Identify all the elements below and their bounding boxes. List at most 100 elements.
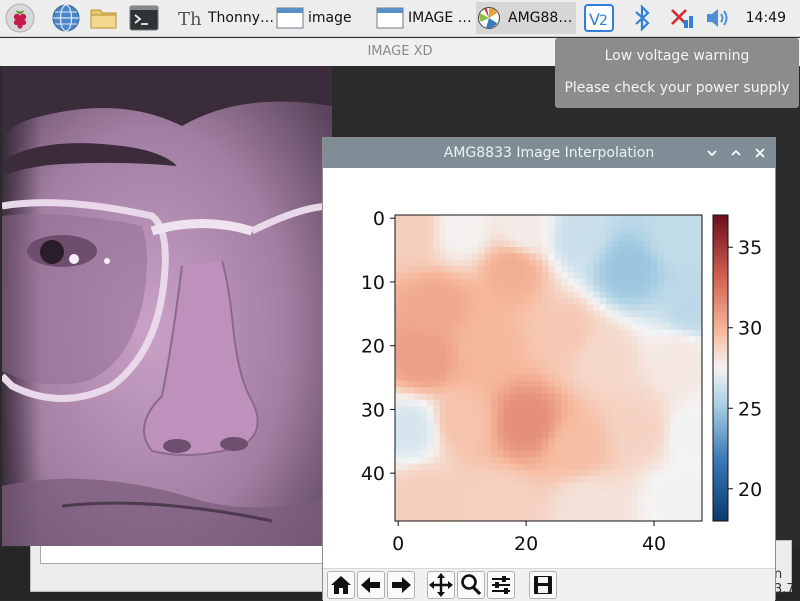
heatmap-cell <box>395 444 402 452</box>
heatmap-cell <box>548 495 556 503</box>
heatmap-cell <box>458 425 466 433</box>
heatmap-cell <box>510 227 517 235</box>
file-manager-icon[interactable] <box>88 2 120 34</box>
heatmap-cell <box>650 272 658 280</box>
bluetooth-icon[interactable] <box>630 2 654 34</box>
heatmap-cell <box>580 438 588 445</box>
heatmap-cell <box>567 336 575 343</box>
network-disconnected-icon[interactable] <box>666 2 696 34</box>
heatmap-cell <box>574 425 581 433</box>
heatmap-cell <box>606 291 613 299</box>
heatmap-cell <box>650 374 658 382</box>
heatmap-cell <box>631 431 639 439</box>
heatmap-cell <box>574 412 581 420</box>
heatmap-cell <box>503 253 511 261</box>
heatmap-cell <box>638 368 645 375</box>
heatmap-cell <box>420 450 428 458</box>
heatmap-cell <box>446 463 453 471</box>
heatmap-cell <box>644 501 652 509</box>
heatmap-cell <box>484 215 492 222</box>
heatmap-cell <box>663 240 671 248</box>
save-icon[interactable] <box>529 571 557 599</box>
home-icon[interactable] <box>327 571 355 599</box>
heatmap-cell <box>407 336 415 343</box>
web-browser-icon[interactable] <box>50 2 82 34</box>
raspberry-menu-icon[interactable] <box>4 2 36 34</box>
heatmap-cell <box>574 291 581 299</box>
heatmap-cell <box>574 285 581 292</box>
heatmap-cell <box>522 329 530 337</box>
heatmap-cell <box>676 387 684 394</box>
heatmap-cell <box>650 406 658 414</box>
close-icon[interactable] <box>752 145 768 161</box>
heatmap-cell <box>510 431 517 439</box>
heatmap-cell <box>574 304 581 312</box>
heatmap-cell <box>606 412 613 420</box>
heatmap-cell <box>503 368 511 375</box>
heatmap-cell <box>567 227 575 235</box>
heatmap-cell <box>395 489 402 496</box>
heatmap-cell <box>452 227 460 235</box>
low-voltage-notification[interactable]: Low voltage warning Please check your po… <box>555 38 799 108</box>
task-image[interactable]: image <box>276 2 372 34</box>
forward-arrow-icon[interactable] <box>387 571 415 599</box>
heatmap-cell <box>420 374 428 382</box>
maximize-icon[interactable] <box>728 145 744 161</box>
heatmap-cell <box>497 304 505 312</box>
heatmap-cell <box>695 361 703 369</box>
heatmap-cell <box>618 438 626 445</box>
heatmap-cell <box>599 361 607 369</box>
heatmap-cell <box>516 266 524 273</box>
heatmap-cell <box>599 368 607 375</box>
heatmap-cell <box>612 514 620 522</box>
heatmap-cell <box>606 246 613 254</box>
task-thonny[interactable]: Th Thonny… <box>176 2 274 34</box>
heatmap-cell <box>401 374 409 382</box>
heatmap-cell <box>644 476 652 484</box>
heatmap-cell <box>625 259 633 267</box>
heatmap-cell <box>631 463 639 471</box>
pan-icon[interactable] <box>427 571 455 599</box>
heatmap-cell <box>395 291 402 299</box>
heatmap-cell <box>465 348 473 356</box>
heatmap-cell <box>542 304 549 312</box>
heatmap-cell <box>663 399 671 407</box>
heatmap-cell <box>471 393 479 401</box>
vnc-icon[interactable]: V 2 <box>583 3 615 33</box>
heatmap-cell <box>548 387 556 394</box>
heatmap-cell <box>625 297 633 305</box>
heatmap-cell <box>670 399 677 407</box>
heatmap-cell <box>503 259 511 267</box>
heatmap-cell <box>554 393 562 401</box>
heatmap-cell <box>580 291 588 299</box>
task-image-xd[interactable]: IMAGE … <box>376 2 474 34</box>
heatmap-cell <box>580 266 588 273</box>
heatmap-cell <box>567 380 575 388</box>
heatmap-cell <box>593 444 601 452</box>
heatmap-cell <box>458 380 466 388</box>
heatmap-cell <box>510 380 517 388</box>
volume-icon[interactable] <box>704 2 732 34</box>
heatmap-cell <box>420 240 428 248</box>
heatmap-cell <box>490 272 498 280</box>
task-amg8833[interactable]: AMG88… <box>476 2 576 34</box>
heatmap-figure[interactable]: 0 20 40010203040 20253035 <box>323 168 775 568</box>
heatmap-cell <box>574 438 581 445</box>
heatmap-cell <box>676 253 684 261</box>
heatmap-cell <box>670 291 677 299</box>
back-arrow-icon[interactable] <box>357 571 385 599</box>
configure-subplots-icon[interactable] <box>487 571 515 599</box>
heatmap-cell <box>548 482 556 490</box>
heatmap-cell <box>522 514 530 522</box>
heatmap-cell <box>676 368 684 375</box>
clock[interactable]: 14:49 <box>746 0 786 36</box>
terminal-icon[interactable] <box>128 2 160 34</box>
heatmap-cell <box>650 348 658 356</box>
heatmap-cell <box>529 380 537 388</box>
heatmap-cell <box>395 495 402 503</box>
heatmap-cell <box>676 227 684 235</box>
zoom-icon[interactable] <box>457 571 485 599</box>
heatmap-cell <box>612 412 620 420</box>
heatmap-cell <box>612 431 620 439</box>
minimize-icon[interactable] <box>704 145 720 161</box>
